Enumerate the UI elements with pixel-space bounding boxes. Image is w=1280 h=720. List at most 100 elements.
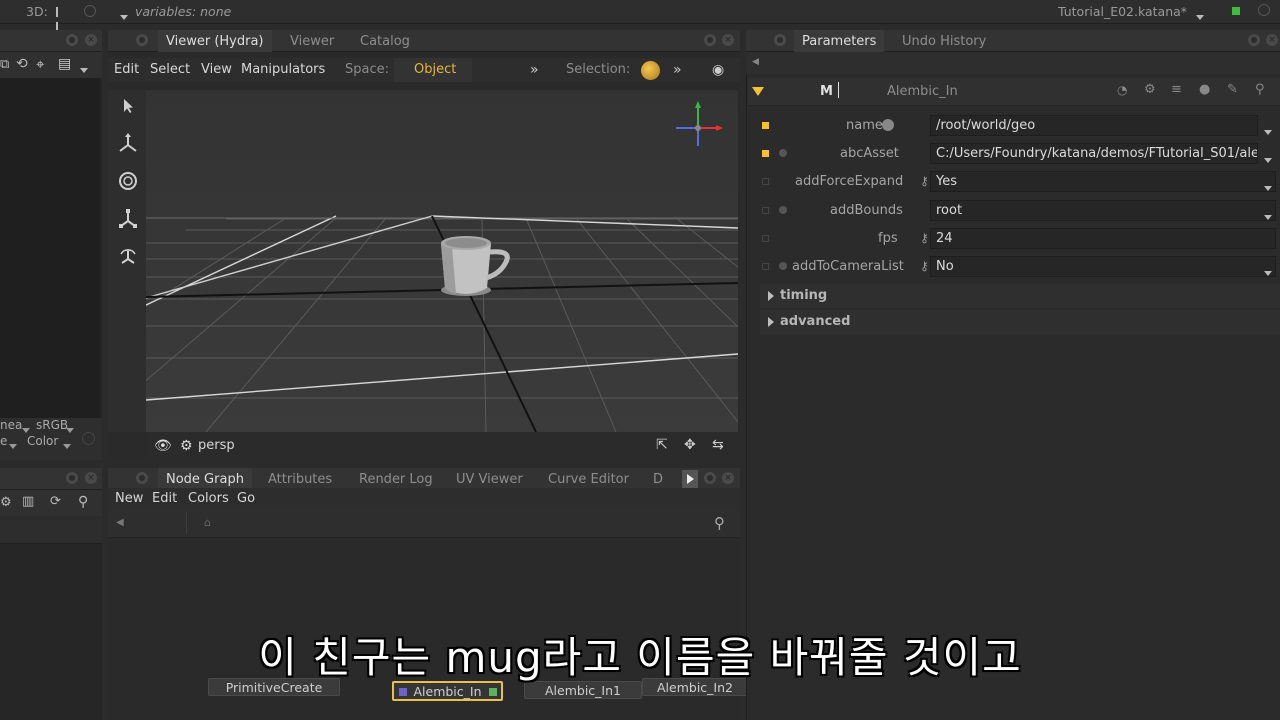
node-name-input[interactable]: M <box>820 84 833 99</box>
variables-dropdown-arrow[interactable] <box>120 8 128 23</box>
scene-list-area[interactable] <box>0 78 100 418</box>
link-icon[interactable]: ⧉ <box>0 57 9 72</box>
select-tool-icon[interactable] <box>115 96 141 122</box>
lut-e-arrow[interactable] <box>9 438 17 453</box>
sync-icon[interactable]: ⟲ <box>16 56 28 72</box>
dolly-icon[interactable]: ⇆ <box>712 437 724 453</box>
tab-node-graph[interactable]: Node Graph <box>158 468 252 490</box>
selection-expand-icon[interactable]: » <box>673 62 682 78</box>
viewer-panel-close-icon[interactable]: × <box>722 34 734 46</box>
params-panel-close-icon[interactable]: × <box>1266 34 1278 46</box>
tab-parameters[interactable]: Parameters <box>794 30 885 52</box>
key-icon[interactable]: ⚷ <box>920 259 929 273</box>
lut-srgb-label[interactable]: sRGB <box>36 418 68 432</box>
menu-new[interactable]: New <box>115 491 143 506</box>
nav-back-icon[interactable]: ◀ <box>116 517 124 528</box>
orientation-gizmo[interactable] <box>672 100 724 150</box>
sliders-icon[interactable]: ≡ <box>1171 82 1182 97</box>
transform-tool-icon[interactable] <box>115 246 141 272</box>
collapse-node-icon[interactable] <box>752 87 764 96</box>
expand-advanced-icon[interactable] <box>768 317 774 327</box>
comment-icon[interactable]: ● <box>1199 82 1210 97</box>
lut-reset-icon[interactable] <box>82 432 95 445</box>
viewer-settings-icon[interactable]: ◉ <box>712 62 724 78</box>
viewer-panel-float-icon[interactable] <box>704 34 716 46</box>
lut-e-label[interactable]: e <box>0 434 7 448</box>
menu-colors[interactable]: Colors <box>188 491 229 506</box>
param-name-field[interactable]: /root/world/geo <box>930 115 1258 136</box>
crosshair-icon[interactable]: ⌖ <box>36 55 44 73</box>
variables-label[interactable]: variables: none <box>135 4 231 19</box>
tab-overflow[interactable]: D <box>645 468 671 490</box>
node-tab-float-icon[interactable] <box>136 472 148 484</box>
3d-viewport[interactable] <box>146 90 738 432</box>
fit-view-icon[interactable]: ⇱ <box>656 437 668 453</box>
project-title[interactable]: Tutorial_E02.katana* <box>1058 4 1187 19</box>
project-dropdown-arrow[interactable] <box>1196 8 1204 23</box>
gear-icon[interactable]: ⚙ <box>1144 82 1156 97</box>
render-status-icon[interactable] <box>1258 4 1270 16</box>
param-addbounds-dropdown-arrow[interactable] <box>1264 209 1272 224</box>
node-search-icon[interactable]: ⚲ <box>714 514 725 532</box>
param-fps-field[interactable]: 24 <box>930 228 1276 249</box>
tab-catalog[interactable]: Catalog <box>352 30 418 52</box>
pause-icon[interactable] <box>56 6 65 32</box>
left-lower-close-icon[interactable]: × <box>85 472 97 484</box>
param-name-dropdown-arrow[interactable] <box>1264 124 1272 139</box>
left-lower-float-icon[interactable] <box>66 472 78 484</box>
refresh-icon[interactable] <box>84 5 96 17</box>
param-addbounds-field[interactable]: root <box>930 200 1276 221</box>
tab-render-log[interactable]: Render Log <box>351 468 441 490</box>
lut-linear-label[interactable]: nea <box>0 418 22 432</box>
translate-tool-icon[interactable] <box>115 132 141 158</box>
folder-icon[interactable]: ▤ <box>58 56 71 72</box>
lut-srgb-arrow[interactable] <box>66 422 74 437</box>
help-icon[interactable]: ◔ <box>1117 83 1127 97</box>
params-tab-float-icon[interactable] <box>774 34 786 46</box>
filter-icon[interactable]: ⟳ <box>50 494 61 509</box>
bin-icon[interactable]: ▥ <box>22 494 34 509</box>
selection-sphere-icon[interactable] <box>641 61 660 80</box>
param-addforceexpand-field[interactable]: Yes <box>930 171 1276 192</box>
scale-tool-icon[interactable] <box>115 208 141 234</box>
param-name-info-icon[interactable] <box>882 119 894 131</box>
settings-icon[interactable]: ⚙ <box>0 495 12 510</box>
toolbar-expand-icon[interactable]: » <box>530 62 539 78</box>
tab-viewer-hydra[interactable]: Viewer (Hydra) <box>158 30 272 52</box>
rotate-tool-icon[interactable] <box>115 170 141 196</box>
search-icon-left[interactable]: ⚲ <box>78 494 88 510</box>
param-addtocameralist-field[interactable]: No <box>930 256 1276 277</box>
home-icon[interactable]: ⌂ <box>204 516 211 529</box>
node-panel-close-icon[interactable]: × <box>722 472 734 484</box>
params-panel-float-icon[interactable] <box>1248 34 1260 46</box>
param-addforceexpand-dropdown-arrow[interactable] <box>1264 180 1272 195</box>
param-abcasset-dropdown-arrow[interactable] <box>1264 152 1272 167</box>
params-back-icon[interactable]: ◀ <box>752 57 759 67</box>
panel-close-icon[interactable]: × <box>85 34 97 46</box>
pin-icon[interactable]: ✎ <box>1227 82 1238 97</box>
menu-view[interactable]: View <box>201 62 232 77</box>
search-params-icon[interactable]: ⚲ <box>1255 82 1265 97</box>
panel-float-icon[interactable] <box>66 34 78 46</box>
menu-manipulators[interactable]: Manipulators <box>241 62 325 77</box>
menu-edit[interactable]: Edit <box>114 62 139 77</box>
tab-viewer[interactable]: Viewer <box>282 30 342 52</box>
menu-go[interactable]: Go <box>237 491 255 506</box>
tab-undo-history[interactable]: Undo History <box>894 30 994 52</box>
eye-icon[interactable]: 👁 <box>154 438 172 454</box>
param-addtocameralist-dropdown-arrow[interactable] <box>1264 265 1272 280</box>
group-timing[interactable]: timing <box>760 284 1280 308</box>
folder-dropdown-arrow[interactable] <box>80 62 88 77</box>
key-icon[interactable]: ⚷ <box>920 174 929 188</box>
tab-attributes[interactable]: Attributes <box>260 468 340 490</box>
key-icon[interactable]: ⚷ <box>920 231 929 245</box>
tab-uv-viewer[interactable]: UV Viewer <box>448 468 531 490</box>
lut-color-arrow[interactable] <box>63 438 71 453</box>
group-advanced[interactable]: advanced <box>760 310 1280 334</box>
expand-timing-icon[interactable] <box>768 291 774 301</box>
camera-gear-icon[interactable]: ⚙ <box>180 438 193 454</box>
camera-name[interactable]: persp <box>198 438 235 453</box>
space-dropdown[interactable]: Object <box>394 58 472 82</box>
param-abcasset-field[interactable]: C:/Users/Foundry/katana/demos/FTutorial_… <box>930 143 1258 164</box>
tab-scroll-right-icon[interactable] <box>682 470 698 488</box>
